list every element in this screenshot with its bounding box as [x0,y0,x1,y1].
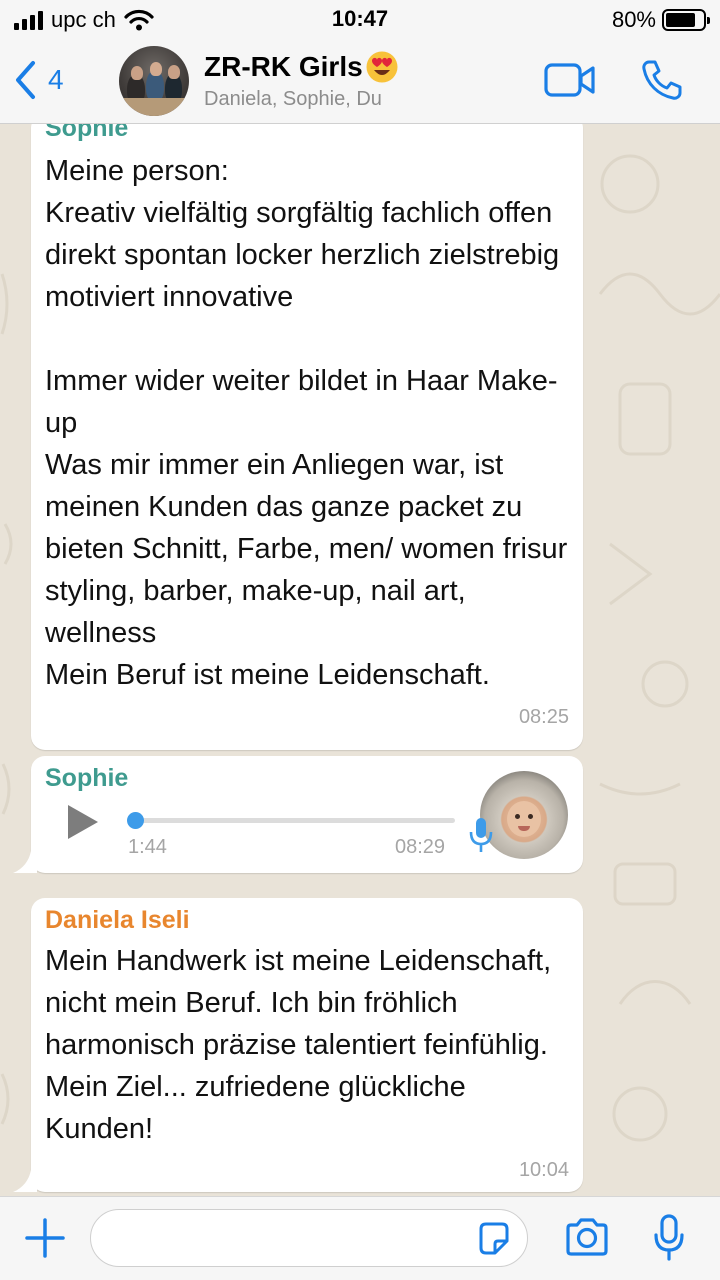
group-members: Daniela, Sophie, Du [204,88,382,110]
avatar-eye [515,814,520,819]
message-time: 08:25 [518,706,569,728]
status-right: 80% [611,6,710,34]
message-text: Mein Handwerk ist meine Leidenschaft, ni… [45,945,560,1145]
voice-duration: 1:44 [128,836,167,858]
status-bar: upc ch 10:47 80% [0,0,720,40]
chat-area[interactable]: Sophie Meine person: Kreativ vielfältig … [0,124,720,1196]
battery-percent: 80% [611,7,656,32]
avatar-figure [168,65,180,79]
heart-eyes-emoji-icon [366,51,398,83]
microphone-icon [469,818,493,852]
message-sender: Sophie [45,764,129,792]
play-icon[interactable] [65,802,101,842]
battery-cap [707,17,710,24]
message-sender: Daniela Iseli [45,906,190,934]
group-title[interactable]: ZR-RK Girls [204,50,399,84]
voice-message-bubble[interactable]: Sophie 1:44 08:29 [13,756,583,873]
sticker-icon[interactable] [476,1221,512,1257]
avatar-eye [528,814,533,819]
chat-header: 4 ZR-RK Girls Daniela, Sophie, Du [0,40,720,124]
message-input[interactable] [90,1209,528,1267]
avatar-figure [131,66,143,80]
message-bubble[interactable]: Daniela Iseli Mein Handwerk ist meine Le… [13,898,583,1192]
message-bubble[interactable]: Sophie Meine person: Kreativ vielfältig … [31,124,583,750]
battery-icon [662,9,710,31]
battery-fill [666,13,695,27]
message-time: 10:04 [518,1159,569,1181]
bubble-tail [13,1170,37,1192]
group-name: ZR-RK Girls [204,51,363,82]
message-sender: Sophie [45,124,129,142]
avatar-counter [119,98,189,116]
plus-icon[interactable] [24,1217,66,1259]
chevron-left-icon [16,61,35,99]
voice-progress-track[interactable] [131,818,455,823]
camera-icon[interactable] [564,1217,610,1257]
message-input-bar [0,1196,720,1280]
message-time: 08:29 [395,836,446,858]
unread-chats-count: 4 [48,64,64,95]
group-avatar[interactable] [119,46,189,116]
bubble-tail [13,851,37,873]
microphone-icon[interactable] [652,1213,686,1261]
video-call-button[interactable] [544,62,596,98]
back-button[interactable]: 4 [14,58,64,102]
phone-call-button[interactable] [640,58,684,102]
avatar-face [507,801,541,837]
avatar-figure [150,62,162,76]
voice-progress-knob[interactable] [127,812,144,829]
message-text: Meine person: Kreativ vielfältig sorgfäl… [45,155,568,691]
